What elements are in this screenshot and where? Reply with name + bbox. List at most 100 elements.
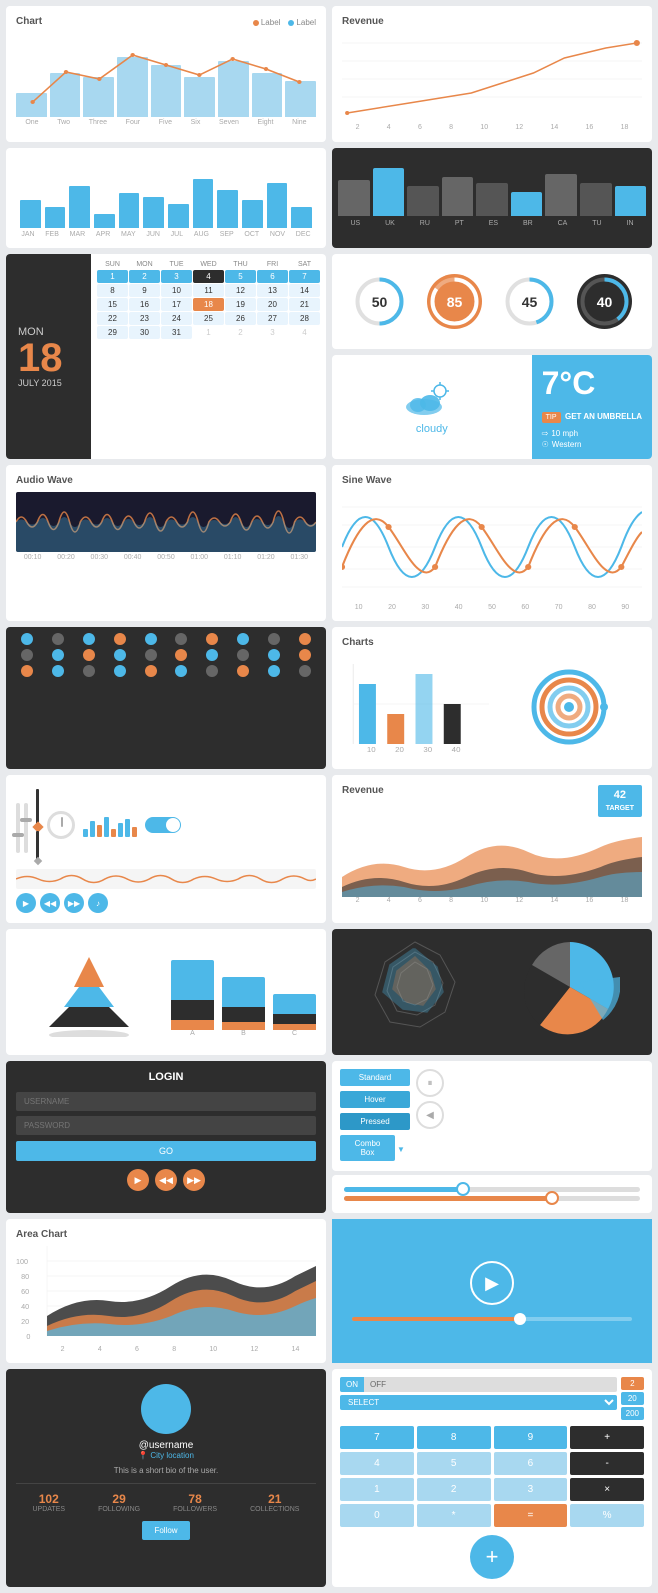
login-card: LOGIN GO ▶ ◀◀ ▶▶ [6, 1061, 326, 1213]
target-badge: 42TARGET [598, 785, 642, 817]
calc-on-off[interactable]: ON OFF [340, 1377, 617, 1392]
btn-star[interactable]: * [417, 1504, 491, 1527]
audio-wave-card: Audio Wave 00:10 00:20 00:30 00:40 00:50… [6, 465, 326, 621]
gauge-40: 40 [577, 274, 632, 329]
sine-wave-card: Sine Wave 10 [332, 465, 652, 621]
prev-btn[interactable]: ◀◀ [40, 893, 60, 913]
btn-0[interactable]: 0 [340, 1504, 414, 1527]
follow-button[interactable]: Follow [142, 1521, 189, 1540]
play2-btn[interactable]: ◀ [416, 1101, 444, 1129]
password-input[interactable] [16, 1116, 316, 1135]
calc-add-btn[interactable]: + [470, 1535, 514, 1579]
calc-badges: 2 20 200 [621, 1377, 644, 1420]
btn-9[interactable]: 9 [494, 1426, 568, 1449]
eq-bars [83, 813, 137, 837]
buttons-card: Standard Hover Pressed Combo Box ▼ ⏸ ◀ [332, 1061, 652, 1171]
btn-6[interactable]: 6 [494, 1452, 568, 1475]
btn-8[interactable]: 8 [417, 1426, 491, 1449]
toggle-switch[interactable] [145, 817, 181, 833]
revenue-title: Revenue [342, 16, 642, 27]
slider-v-2[interactable] [24, 803, 28, 853]
tip-text: GET AN UMBRELLA [565, 412, 642, 421]
btn-standard[interactable]: Standard [340, 1069, 410, 1086]
gauge-50: 50 [352, 274, 407, 329]
btn-mult[interactable]: × [570, 1478, 644, 1501]
login-next[interactable]: ▶▶ [183, 1169, 205, 1191]
weather-condition: cloudy [416, 423, 448, 435]
weather-left: cloudy [332, 355, 532, 459]
stats-row: 102 UPDATES 29 FOLLOWING 78 FOLLOWERS 21… [16, 1483, 316, 1513]
revenue-area-card: Revenue 42TARGET 24681012141618 [332, 775, 652, 923]
audio-wave-title: Audio Wave [16, 475, 316, 486]
tip-badge: TIP [542, 412, 561, 423]
combo-btn[interactable]: Combo Box [340, 1135, 395, 1161]
svg-text:40: 40 [452, 745, 461, 753]
country-bar-card: USUKRUPTESBRCATUIN [332, 148, 652, 248]
calendar-card: MON 18 JULY 2015 SUN MON TUE WED THU FRI… [6, 254, 326, 459]
login-title: LOGIN [16, 1071, 316, 1083]
calc-select[interactable]: SELECT [340, 1395, 617, 1410]
chart-legend: Label Label [253, 18, 316, 27]
pause-btn[interactable]: ⏸ [416, 1069, 444, 1097]
x-axis-labels: OneTwoThreeFourFiveSixSevenEightNine [16, 119, 316, 126]
direction-detail: ☉ Western [542, 440, 642, 449]
charts-card: Charts 10 20 30 40 [332, 627, 652, 769]
svg-text:20: 20 [395, 745, 404, 753]
combo-arrow[interactable]: ▼ [397, 1145, 405, 1154]
chart-line-bar-card: Chart Label Label [6, 6, 326, 142]
profile-username: @username [16, 1440, 316, 1451]
pyramid-card: A B C [6, 929, 326, 1055]
login-prev[interactable]: ◀◀ [155, 1169, 177, 1191]
charts-title: Charts [342, 637, 642, 648]
login-play[interactable]: ▶ [127, 1169, 149, 1191]
slider-v-1[interactable] [16, 803, 20, 853]
area-chart-card: Area Chart 100 80 60 40 20 [6, 1219, 326, 1363]
controls-card: ▶ ◀◀ ▶▶ ♪ [6, 775, 326, 923]
monthly-bar-card: JANFEBMARAPRMAYJUNJULAUGSEPOCTNOVDEC [6, 148, 326, 248]
gauge-45: 45 [502, 274, 557, 329]
dark-3d-card [332, 929, 652, 1055]
svg-text:100: 100 [16, 1258, 28, 1266]
temperature: 7°C [542, 365, 642, 402]
btn-eq[interactable]: = [494, 1504, 568, 1527]
btn-pressed[interactable]: Pressed [340, 1113, 410, 1130]
go-button[interactable]: GO [16, 1141, 316, 1161]
video-play-btn[interactable]: ▶ [470, 1261, 514, 1305]
stat-collections: 21 COLLECTIONS [250, 1492, 299, 1513]
btn-pct[interactable]: % [570, 1504, 644, 1527]
btn-3[interactable]: 3 [494, 1478, 568, 1501]
ui-controls-col: Standard Hover Pressed Combo Box ▼ ⏸ ◀ [332, 1061, 652, 1213]
slider-1[interactable] [344, 1187, 640, 1192]
weather-right: 7°C TIP GET AN UMBRELLA ⇨ 10 mph ☉ Weste… [532, 355, 652, 459]
username-input[interactable] [16, 1092, 316, 1111]
slider-2[interactable] [344, 1196, 640, 1201]
calc-on-btn[interactable]: ON [340, 1377, 364, 1392]
svg-text:30: 30 [423, 745, 432, 753]
video-progress-bar[interactable] [352, 1317, 632, 1321]
calendar-grid: SUN MON TUE WED THU FRI SAT 1 2 3 4 5 6 … [91, 254, 326, 459]
gauge-85: 85 [427, 274, 482, 329]
video-player-card: ▶ [332, 1219, 652, 1363]
btn-7[interactable]: 7 [340, 1426, 414, 1449]
calculator-card: ON OFF SELECT 2 20 200 7 8 9 + 4 5 6 - 1 [332, 1369, 652, 1587]
btn-4[interactable]: 4 [340, 1452, 414, 1475]
svg-text:20: 20 [21, 1318, 29, 1326]
stat-updates: 102 UPDATES [33, 1492, 66, 1513]
knob-control[interactable] [47, 811, 75, 839]
btn-5[interactable]: 5 [417, 1452, 491, 1475]
svg-text:10: 10 [367, 745, 376, 753]
area-chart-title: Area Chart [16, 1229, 316, 1240]
svg-text:0: 0 [26, 1333, 30, 1341]
next-btn[interactable]: ▶▶ [64, 893, 84, 913]
profile-bio: This is a short bio of the user. [16, 1466, 316, 1475]
calc-off-btn[interactable]: OFF [364, 1377, 392, 1392]
btn-plus[interactable]: + [570, 1426, 644, 1449]
btn-minus[interactable]: - [570, 1452, 644, 1475]
btn-hover[interactable]: Hover [340, 1091, 410, 1108]
btn-1[interactable]: 1 [340, 1478, 414, 1501]
play-btn[interactable]: ▶ [16, 893, 36, 913]
mixer-card [6, 627, 326, 769]
music-btn[interactable]: ♪ [88, 893, 108, 913]
btn-2[interactable]: 2 [417, 1478, 491, 1501]
calendar-left: MON 18 JULY 2015 [6, 254, 91, 459]
